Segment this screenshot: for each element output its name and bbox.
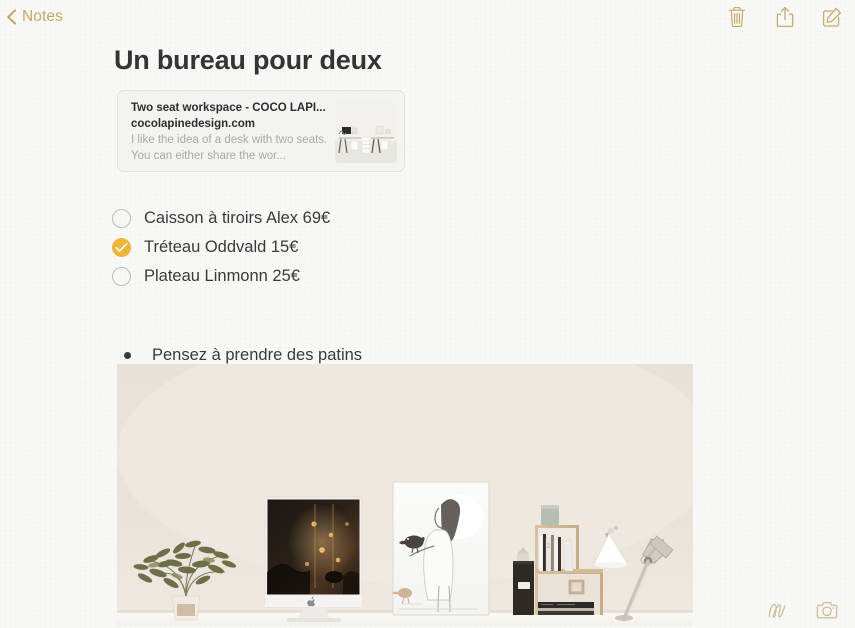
checkbox-checked-icon[interactable] bbox=[112, 238, 131, 257]
checklist-item-label: Caisson à tiroirs Alex 69€ bbox=[144, 209, 331, 227]
bottom-toolbar bbox=[0, 592, 855, 628]
link-preview-card[interactable]: Two seat workspace - COCO LAPI... cocola… bbox=[117, 90, 405, 172]
attached-photo[interactable] bbox=[117, 364, 693, 626]
checklist-item[interactable]: Tréteau Oddvald 15€ bbox=[112, 233, 532, 262]
checklist-item-label: Plateau Linmonn 25€ bbox=[144, 267, 300, 285]
link-preview-text: Two seat workspace - COCO LAPI... cocola… bbox=[131, 100, 336, 164]
link-preview-domain: cocolapinedesign.com bbox=[131, 118, 255, 130]
share-icon[interactable] bbox=[771, 3, 799, 31]
link-preview-title: Two seat workspace - COCO LAPI... bbox=[131, 102, 326, 114]
link-preview-description: I like the idea of a desk with two seats… bbox=[131, 134, 328, 162]
checklist-item[interactable]: Caisson à tiroirs Alex 69€ bbox=[112, 204, 532, 233]
compose-icon[interactable] bbox=[818, 3, 846, 31]
checklist-item[interactable]: Plateau Linmonn 25€ bbox=[112, 262, 532, 291]
chevron-left-icon bbox=[6, 9, 17, 25]
checkbox-unchecked-icon[interactable] bbox=[112, 267, 131, 286]
checkbox-unchecked-icon[interactable] bbox=[112, 209, 131, 228]
trash-icon[interactable] bbox=[723, 3, 751, 31]
camera-icon[interactable] bbox=[813, 596, 841, 624]
back-button-label: Notes bbox=[22, 8, 63, 25]
back-to-notes-button[interactable]: Notes bbox=[6, 5, 63, 29]
markup-icon[interactable] bbox=[763, 596, 791, 624]
checklist: Caisson à tiroirs Alex 69€ Tréteau Oddva… bbox=[112, 204, 532, 291]
link-preview-thumbnail bbox=[335, 101, 397, 163]
bullet-item-label: Pensez à prendre des patins bbox=[152, 345, 363, 364]
bullet-dot-icon bbox=[124, 351, 131, 359]
note-title: Un bureau pour deux bbox=[114, 45, 382, 75]
note-content: Un bureau pour deux Two seat workspace -… bbox=[0, 34, 855, 628]
checklist-item-label: Tréteau Oddvald 15€ bbox=[144, 238, 299, 256]
top-toolbar: Notes bbox=[0, 0, 855, 34]
